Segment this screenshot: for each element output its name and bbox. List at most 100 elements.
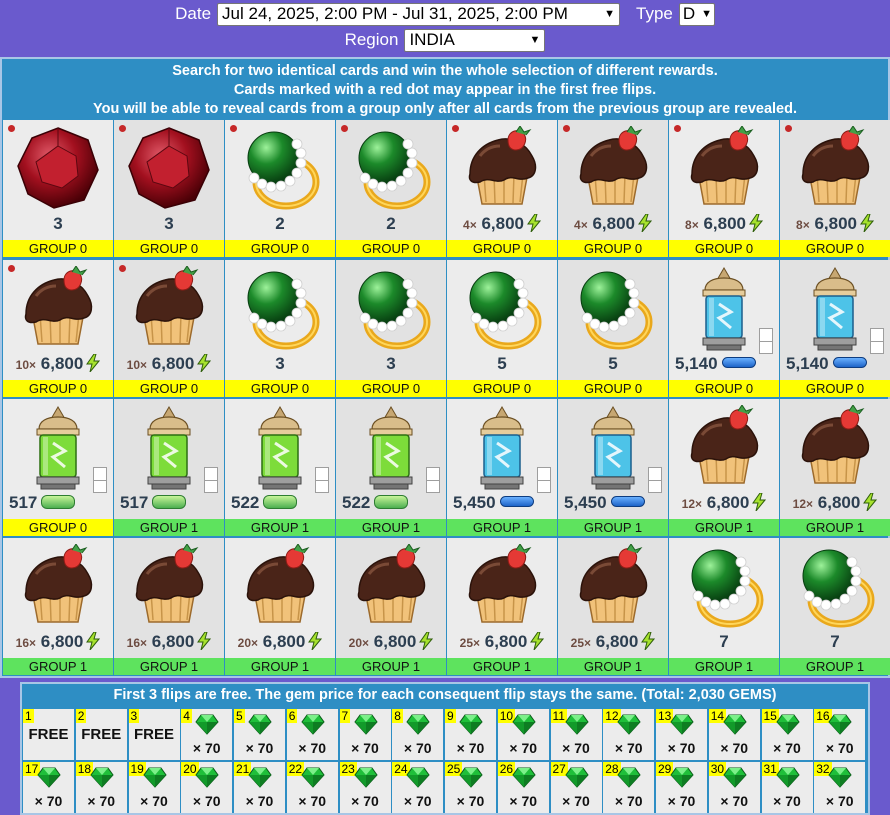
reward-image — [793, 544, 877, 628]
type-select[interactable]: D ▼ — [678, 2, 715, 26]
region-select[interactable]: INDIA ▼ — [404, 28, 546, 52]
gem-icon-wrap — [301, 765, 325, 789]
flip-cell: 19 × 70 — [128, 761, 180, 813]
group-label: GROUP 0 — [3, 240, 113, 257]
flip-cell: 21 × 70 — [234, 761, 285, 813]
energy-bolt-icon — [749, 214, 763, 232]
reward-card[interactable]: 3 GROUP 0 — [3, 120, 113, 257]
reward-card[interactable]: 10× 6,800 GROUP 0 — [114, 260, 224, 397]
reward-card[interactable]: 522 GROUP 1 — [225, 399, 335, 536]
cupcake-icon — [468, 543, 537, 623]
reward-multiplier: 4 — [574, 218, 581, 232]
reward-image — [238, 266, 322, 350]
flip-cell: 7 × 70 — [339, 709, 391, 760]
reward-value: 20× 6,800 — [225, 632, 335, 652]
reward-value: 8× 6,800 — [780, 214, 890, 234]
reward-multiplier: 16 — [126, 636, 141, 650]
reward-multiplier: 10 — [126, 358, 141, 372]
reward-card[interactable]: 5,450 GROUP 1 — [447, 399, 557, 536]
reward-card[interactable]: 16× 6,800 GROUP 1 — [3, 538, 113, 675]
reward-card[interactable]: 7 GROUP 1 — [669, 538, 779, 675]
gem-icon — [670, 767, 694, 788]
gem-icon — [195, 714, 219, 735]
reward-image — [682, 404, 766, 489]
energy-bolt-icon — [638, 214, 652, 232]
green-capsule-icon — [152, 495, 187, 509]
gem-icon-wrap — [564, 712, 589, 736]
reward-card[interactable]: 4× 6,800 GROUP 0 — [558, 120, 668, 257]
reward-card[interactable]: 8× 6,800 GROUP 0 — [780, 120, 890, 257]
reward-card[interactable]: 16× 6,800 GROUP 1 — [114, 538, 224, 675]
rules-line: Cards marked with a red dot may appear i… — [233, 82, 657, 98]
date-select[interactable]: Jul 24, 2025, 2:00 PM - Jul 31, 2025, 2:… — [217, 2, 621, 26]
flip-cell: 20 × 70 — [181, 761, 233, 813]
blue-capsule-icon — [721, 357, 756, 368]
reward-card[interactable]: 517 GROUP 0 — [3, 399, 113, 536]
flip-cell: 25 × 70 — [445, 761, 496, 813]
cupcake-icon — [468, 125, 537, 205]
reward-card[interactable]: 5,450 GROUP 1 — [558, 399, 668, 536]
red-dot-marker — [341, 125, 348, 132]
reward-card[interactable]: 3 GROUP 0 — [114, 120, 224, 257]
reward-card[interactable]: 12× 6,800 GROUP 1 — [669, 399, 779, 536]
flip-price: × 70 — [87, 792, 116, 809]
multiplier-sign: × — [806, 497, 814, 511]
reward-card[interactable]: 25× 6,800 GROUP 1 — [447, 538, 557, 675]
gem-icon — [301, 767, 325, 788]
multiplier-sign: × — [140, 358, 148, 372]
flip-free-label: FREE — [28, 726, 69, 743]
gem-icon-wrap — [90, 765, 114, 789]
reward-value: 4× 6,800 — [447, 214, 557, 234]
reward-card[interactable]: 5,140 GROUP 0 — [780, 260, 890, 397]
gem-icon-wrap — [37, 765, 61, 789]
reward-card[interactable]: 25× 6,800 GROUP 1 — [558, 538, 668, 675]
flip-number: 1 — [23, 709, 34, 723]
gem-icon-wrap — [406, 765, 430, 789]
reward-amount: 6,800 — [484, 632, 528, 651]
reward-card[interactable]: 12× 6,800 GROUP 1 — [780, 399, 890, 536]
reward-card[interactable]: 3 GROUP 0 — [225, 260, 335, 397]
group-label: GROUP 1 — [114, 658, 224, 675]
multiplier-sign: × — [29, 636, 37, 650]
reward-card[interactable]: 10× 6,800 GROUP 0 — [3, 260, 113, 397]
ruby-icon — [17, 127, 99, 209]
reward-card[interactable]: 522 GROUP 1 — [336, 399, 446, 536]
type-select-value: D — [682, 4, 696, 23]
reward-value: 2 — [225, 214, 335, 234]
reward-amount: 6,800 — [592, 214, 635, 233]
cupcake-icon — [690, 125, 759, 205]
reward-card[interactable]: 7 GROUP 1 — [780, 538, 890, 675]
flip-price: × 70 — [720, 740, 749, 756]
reward-value: 4× 6,800 — [558, 214, 668, 234]
flip-price: × 70 — [562, 792, 590, 809]
reward-image — [580, 405, 646, 491]
reward-value: 8× 6,800 — [669, 214, 779, 234]
reward-amount: 6,800 — [151, 354, 195, 373]
reward-card[interactable]: 20× 6,800 GROUP 1 — [225, 538, 335, 675]
reward-card[interactable]: 3 GROUP 0 — [336, 260, 446, 397]
group-label: GROUP 0 — [336, 380, 446, 397]
reward-card[interactable]: 8× 6,800 GROUP 0 — [669, 120, 779, 257]
slot-indicator — [204, 467, 218, 493]
reward-card[interactable]: 2 GROUP 0 — [225, 120, 335, 257]
multiplier-sign: × — [691, 218, 699, 232]
reward-card[interactable]: 5 GROUP 0 — [447, 260, 557, 397]
reward-image — [469, 405, 535, 491]
reward-card[interactable]: 20× 6,800 GROUP 1 — [336, 538, 446, 675]
gem-icon — [195, 767, 219, 788]
gem-icon-wrap — [775, 712, 800, 736]
reward-value: 20× 6,800 — [336, 632, 446, 652]
gem-icon — [512, 714, 536, 735]
reward-card[interactable]: 2 GROUP 0 — [336, 120, 446, 257]
flip-cell: 4 × 70 — [181, 709, 233, 760]
reward-card[interactable]: 4× 6,800 GROUP 0 — [447, 120, 557, 257]
reward-card[interactable]: 517 GROUP 1 — [114, 399, 224, 536]
reward-card[interactable]: 5 GROUP 0 — [558, 260, 668, 397]
emerald-ring-icon — [469, 271, 542, 350]
flip-price: × 70 — [509, 740, 538, 756]
flip-price: × 70 — [456, 740, 485, 756]
multiplier-sign: × — [584, 636, 592, 650]
cupcake-icon — [246, 543, 315, 623]
reward-card[interactable]: 5,140 GROUP 0 — [669, 260, 779, 397]
reward-image — [16, 126, 100, 210]
